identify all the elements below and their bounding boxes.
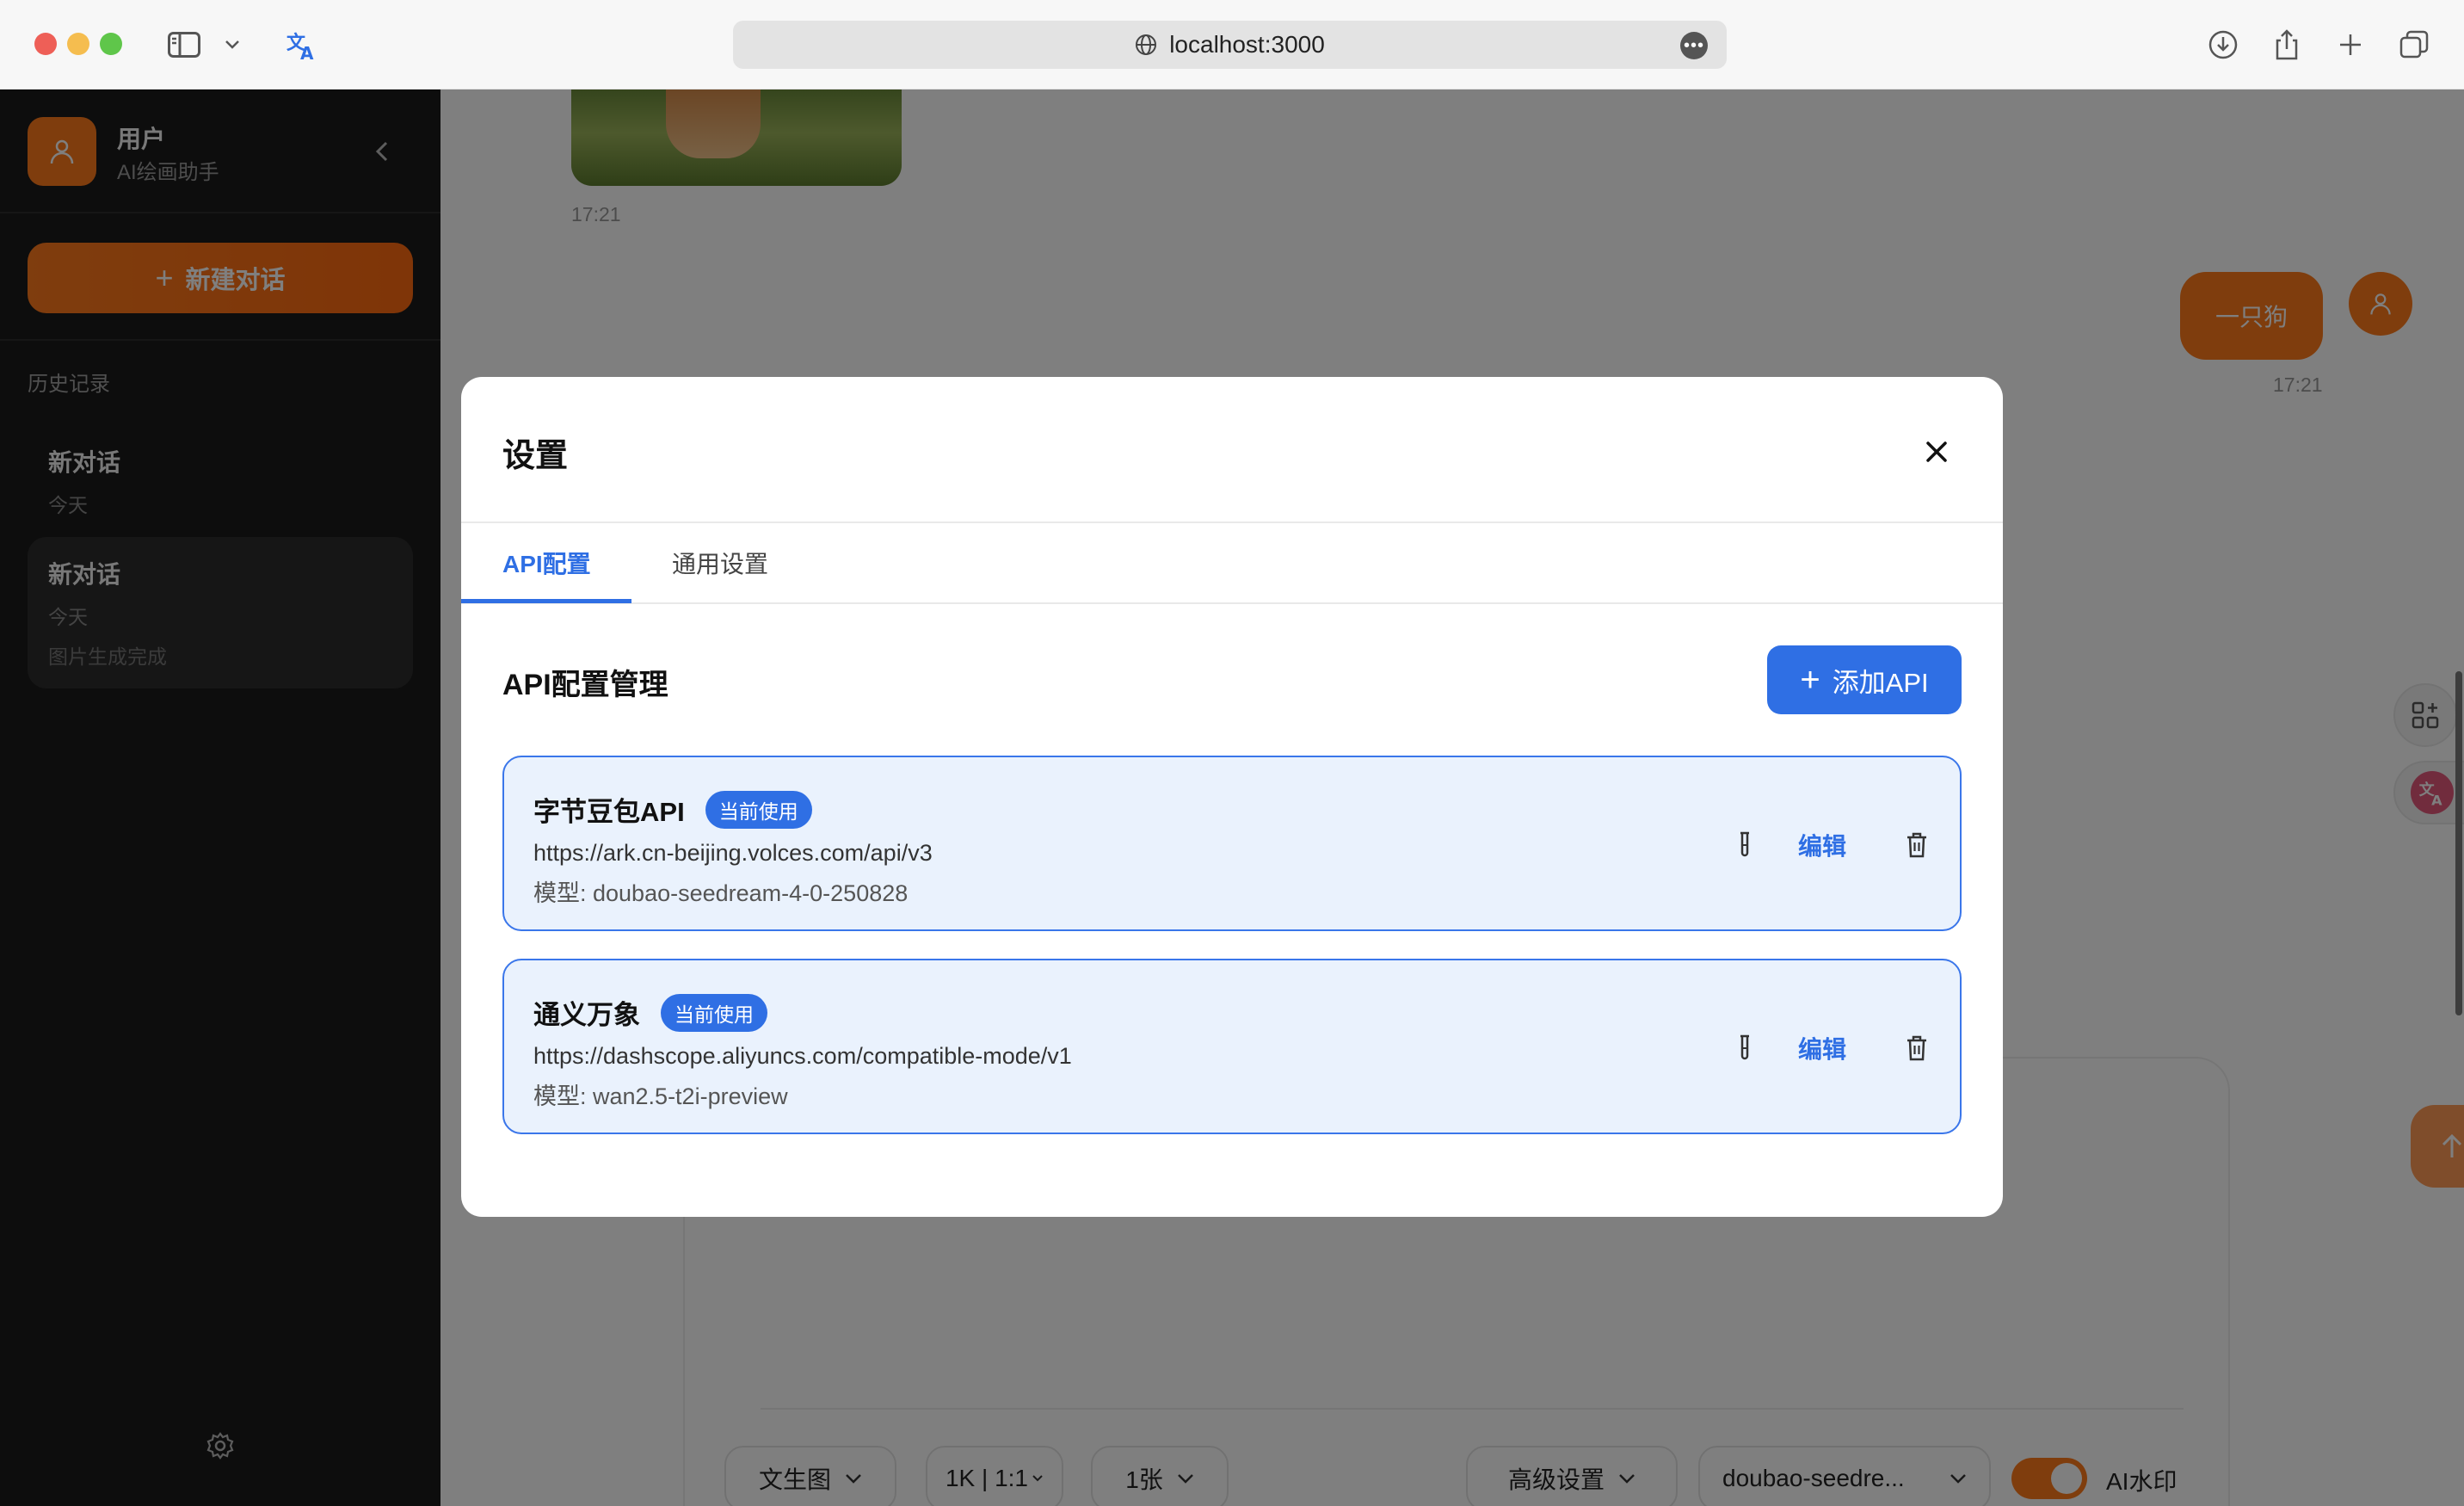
close-icon[interactable] (1915, 430, 1958, 473)
test-tube-icon[interactable] (1728, 828, 1762, 862)
api-name-row: 通义万象 当前使用 (533, 993, 767, 1032)
api-name: 字节豆包API (533, 797, 685, 827)
section-title: API配置管理 (502, 669, 668, 701)
new-tab-icon[interactable] (2332, 26, 2369, 64)
api-config-card[interactable]: 通义万象 当前使用 https://dashscope.aliyuncs.com… (502, 959, 1962, 1134)
sidebar-toggle-icon[interactable] (165, 26, 203, 64)
minimize-window-button[interactable] (67, 33, 89, 55)
browser-toolbar: 文A localhost:3000 ••• (0, 0, 2464, 89)
plus-icon: + (1800, 661, 1820, 699)
trash-icon[interactable] (1900, 828, 1934, 862)
address-bar[interactable]: localhost:3000 ••• (733, 21, 1727, 69)
tab-api-config[interactable]: API配置 (502, 546, 591, 580)
tab-general-settings[interactable]: 通用设置 (672, 546, 768, 580)
translate-icon[interactable]: 文A (282, 26, 320, 64)
globe-icon (1135, 34, 1157, 56)
api-name: 通义万象 (533, 1000, 640, 1030)
divider (461, 522, 2003, 523)
api-model: 模型: wan2.5-t2i-preview (533, 1083, 788, 1109)
tab-overview-icon[interactable] (2395, 26, 2433, 64)
api-url: https://ark.cn-beijing.volces.com/api/v3 (533, 840, 933, 866)
divider (461, 602, 2003, 604)
trash-icon[interactable] (1900, 1031, 1934, 1065)
settings-dialog: 设置 API配置 通用设置 API配置管理 + 添加API 字节豆包API 当前… (461, 377, 2003, 1217)
api-config-card[interactable]: 字节豆包API 当前使用 https://ark.cn-beijing.volc… (502, 756, 1962, 931)
api-model: 模型: doubao-seedream-4-0-250828 (533, 880, 909, 906)
download-icon[interactable] (2204, 26, 2242, 64)
test-tube-icon[interactable] (1728, 1031, 1762, 1065)
status-badge: 当前使用 (705, 790, 812, 829)
close-window-button[interactable] (34, 33, 57, 55)
active-tab-indicator (461, 599, 631, 603)
chevron-down-icon[interactable] (215, 26, 249, 64)
status-badge: 当前使用 (661, 993, 767, 1032)
add-api-button[interactable]: + 添加API (1767, 645, 1962, 714)
edit-button[interactable]: 编辑 (1798, 1031, 1846, 1065)
dialog-title: 设置 (502, 438, 569, 474)
add-api-label: 添加API (1832, 667, 1929, 698)
share-icon[interactable] (2268, 26, 2306, 64)
more-options-icon[interactable]: ••• (1680, 32, 1708, 59)
url-text: localhost:3000 (1169, 31, 1325, 58)
zoom-window-button[interactable] (100, 33, 122, 55)
edit-button[interactable]: 编辑 (1798, 828, 1846, 862)
svg-text:A: A (300, 43, 314, 61)
api-url: https://dashscope.aliyuncs.com/compatibl… (533, 1043, 1072, 1069)
api-name-row: 字节豆包API 当前使用 (533, 790, 812, 829)
